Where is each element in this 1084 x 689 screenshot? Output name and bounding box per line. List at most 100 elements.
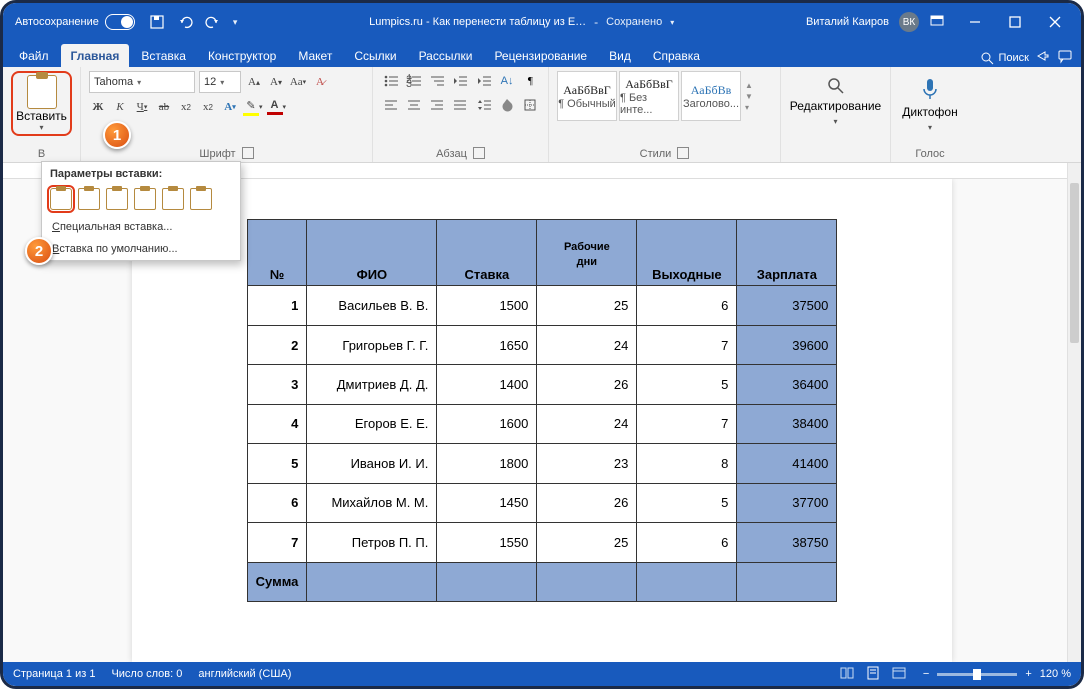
paste-default-item[interactable]: Вставка по умолчанию... [42,238,240,260]
underline-button[interactable]: Ч▾ [133,97,151,117]
paste-options-title: Параметры вставки: [42,162,240,184]
vertical-scrollbar[interactable] [1067,163,1081,662]
font-name-combo[interactable]: Tahoma▾ [89,71,195,93]
styles-up-icon[interactable]: ▲ [745,81,753,90]
zoom-slider[interactable] [937,673,1017,676]
sum-label: Сумма [247,562,307,601]
tab-layout[interactable]: Макет [288,44,342,67]
strike-button[interactable]: ab [155,97,173,117]
paste-use-dest-icon[interactable] [78,188,100,210]
bold-button[interactable]: Ж [89,97,107,117]
table-row[interactable]: 7Петров П. П.155025638750 [247,523,837,562]
style-heading[interactable]: АаБбВвЗаголово... [681,71,741,121]
group-label-styles: Стили [640,146,672,160]
text-effects-icon[interactable]: A▾ [221,97,239,117]
align-right-icon[interactable] [428,95,447,115]
font-size-combo[interactable]: 12▾ [199,71,241,93]
styles-launcher-icon[interactable] [677,147,689,159]
save-icon[interactable] [149,14,165,30]
maximize-button[interactable] [995,3,1035,41]
editing-button[interactable]: Редактирование ▾ [789,71,882,132]
autosave-toggle[interactable]: Автосохранение [15,14,135,30]
paste-keep-source-icon[interactable] [50,188,72,210]
tab-help[interactable]: Справка [643,44,710,67]
grow-font-icon[interactable]: A▴ [245,72,263,92]
read-mode-icon[interactable] [839,665,855,684]
highlight-icon[interactable]: ✎▾ [243,97,263,117]
data-table[interactable]: № ФИО Ставка Рабочиедни Выходные Зарплат… [247,219,838,602]
table-row[interactable]: 6Михайлов М. М.145026537700 [247,483,837,522]
table-row[interactable]: 4Егоров Е. Е.160024738400 [247,404,837,443]
justify-icon[interactable] [451,95,470,115]
group-label-paragraph: Абзац [436,146,467,160]
table-row[interactable]: 5Иванов И. И.180023841400 [247,444,837,483]
paste-picture-icon[interactable] [162,188,184,210]
tab-file[interactable]: Файл [9,44,59,67]
table-row[interactable]: 2Григорьев Г. Г.165024739600 [247,325,837,364]
superscript-button[interactable]: x2 [199,97,217,117]
zoom-in-icon[interactable]: + [1025,668,1031,680]
shading-icon[interactable] [497,95,516,115]
paste-special-item[interactable]: Специальная вставка... [42,216,240,238]
web-layout-icon[interactable] [891,665,907,684]
status-page[interactable]: Страница 1 из 1 [13,668,95,680]
styles-down-icon[interactable]: ▼ [745,92,753,101]
tab-view[interactable]: Вид [599,44,641,67]
increase-indent-icon[interactable] [474,71,493,91]
styles-more-icon[interactable]: ▾ [745,103,753,112]
line-spacing-icon[interactable] [474,95,493,115]
tab-home[interactable]: Главная [61,44,130,67]
paste-link-source-icon[interactable] [106,188,128,210]
decrease-indent-icon[interactable] [451,71,470,91]
ribbon-display-icon[interactable] [929,13,945,32]
paste-button[interactable]: Вставить ▾ [15,75,68,132]
table-row[interactable]: 3Дмитриев Д. Д.140026536400 [247,365,837,404]
align-left-icon[interactable] [381,95,400,115]
sort-icon[interactable]: A↓ [497,71,516,91]
shrink-font-icon[interactable]: A▾ [267,72,285,92]
toggle-switch-icon [105,14,135,30]
show-marks-icon[interactable]: ¶ [521,71,540,91]
share-icon[interactable] [1035,48,1051,67]
tab-references[interactable]: Ссылки [344,44,406,67]
search-box[interactable]: Поиск [979,50,1029,66]
redo-icon[interactable] [205,14,221,30]
tab-review[interactable]: Рецензирование [484,44,597,67]
styles-gallery[interactable]: АаБбВвГ¶ Обычный АаБбВвГ¶ Без инте... Аа… [557,71,772,121]
borders-icon[interactable] [521,95,540,115]
table-row[interactable]: 1Васильев В. В.150025637500 [247,286,837,325]
tab-mailings[interactable]: Рассылки [409,44,483,67]
zoom-control[interactable]: − + 120 % [923,668,1071,680]
paste-link-dest-icon[interactable] [134,188,156,210]
style-normal[interactable]: АаБбВвГ¶ Обычный [557,71,617,121]
font-color-icon[interactable]: A▾ [267,97,287,117]
multilevel-icon[interactable] [428,71,447,91]
style-no-spacing[interactable]: АаБбВвГ¶ Без инте... [619,71,679,121]
zoom-value[interactable]: 120 % [1040,668,1071,680]
italic-button[interactable]: К [111,97,129,117]
undo-icon[interactable] [177,14,193,30]
align-center-icon[interactable] [404,95,423,115]
comments-icon[interactable] [1057,48,1073,67]
zoom-out-icon[interactable]: − [923,668,929,680]
avatar[interactable]: ВК [899,12,919,32]
paste-text-only-icon[interactable] [190,188,212,210]
change-case-icon[interactable]: Aa▾ [289,72,307,92]
status-words[interactable]: Число слов: 0 [111,668,182,680]
status-bar: Страница 1 из 1 Число слов: 0 английский… [3,662,1081,686]
minimize-button[interactable] [955,3,995,41]
clear-format-icon[interactable]: A̷ [311,72,329,92]
tab-insert[interactable]: Вставка [131,44,196,67]
paragraph-launcher-icon[interactable] [473,147,485,159]
quick-access-toolbar: ▾ [149,14,238,30]
close-button[interactable] [1035,3,1075,41]
user-name[interactable]: Виталий Каиров [806,16,889,28]
print-layout-icon[interactable] [865,665,881,684]
numbering-icon[interactable]: 123 [404,71,423,91]
bullets-icon[interactable] [381,71,400,91]
subscript-button[interactable]: x2 [177,97,195,117]
status-lang[interactable]: английский (США) [198,668,291,680]
font-launcher-icon[interactable] [242,147,254,159]
tab-design[interactable]: Конструктор [198,44,286,67]
dictate-button[interactable]: Диктофон ▾ [899,71,961,138]
